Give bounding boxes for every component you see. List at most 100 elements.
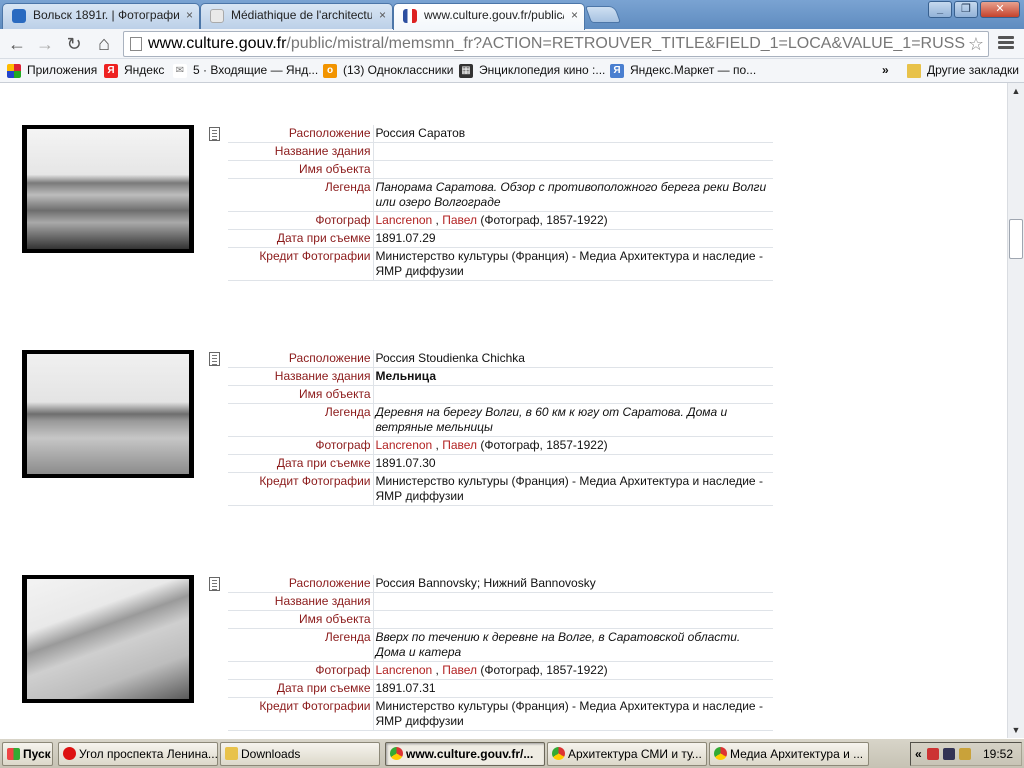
tab-culture-gouv[interactable]: www.culture.gouv.fr/public/ × xyxy=(393,3,585,30)
minimize-button[interactable]: _ xyxy=(928,1,952,18)
document-icon[interactable] xyxy=(209,127,220,141)
legend-value: Панорама Саратова. Обзор с противоположн… xyxy=(372,178,773,212)
photographer-surname-link[interactable]: Lancrenon xyxy=(376,213,433,227)
photographer-name-link[interactable]: Павел xyxy=(442,213,477,227)
photo-image xyxy=(27,354,189,474)
taskbar: Пуск Угол проспекта Ленина... Downloads … xyxy=(0,738,1024,768)
tab-volsk[interactable]: Вольск 1891г. | Фотографи × xyxy=(2,3,200,29)
field-label: Дата при съемке xyxy=(228,229,373,248)
yandex-icon: Я xyxy=(104,64,118,78)
taskbar-item-opera[interactable]: Угол проспекта Ленина... xyxy=(58,742,218,766)
bookmark-star-icon[interactable]: ☆ xyxy=(968,32,984,56)
folder-icon xyxy=(225,747,238,760)
photographer-surname-link[interactable]: Lancrenon xyxy=(376,663,433,677)
photographer-name-link[interactable]: Павел xyxy=(442,438,477,452)
scrollbar-thumb[interactable] xyxy=(1009,219,1023,259)
photo-thumbnail[interactable] xyxy=(22,125,194,253)
page-icon xyxy=(130,37,142,51)
home-button[interactable]: ⌂ xyxy=(92,32,116,56)
bookmark-label: Яндекс.Маркет — по... xyxy=(630,63,757,77)
photographer-value: Lancrenon , Павел (Фотограф, 1857-1922) xyxy=(372,436,773,455)
field-label: Фотограф xyxy=(228,211,373,230)
odnoklassniki-icon: о xyxy=(323,64,337,78)
tab-close-icon[interactable]: × xyxy=(571,4,578,27)
building-value xyxy=(372,142,773,161)
bookmarks-overflow-button[interactable]: » xyxy=(882,63,889,79)
legend-value: Вверх по течению к деревне на Волге, в С… xyxy=(372,628,773,662)
task-label: Угол проспекта Ленина... xyxy=(79,747,218,761)
new-tab-button[interactable] xyxy=(584,6,622,23)
chrome-icon xyxy=(714,747,727,760)
date-value: 1891.07.30 xyxy=(372,454,773,473)
chrome-icon xyxy=(390,747,403,760)
tab-label: Médiathique de l'architectur xyxy=(231,8,372,22)
field-label: Фотограф xyxy=(228,661,373,680)
record-details: Расположение Россия Stoudienka Chichka На… xyxy=(228,350,773,506)
vertical-scrollbar[interactable]: ▲ ▼ xyxy=(1007,83,1024,738)
field-label: Кредит Фотографии xyxy=(228,697,373,731)
bookmark-mail[interactable]: ✉ 5 · Входящие — Янд... xyxy=(173,63,318,79)
network-icon[interactable] xyxy=(943,748,955,760)
photographer-surname-link[interactable]: Lancrenon xyxy=(376,438,433,452)
users-icon[interactable] xyxy=(959,748,971,760)
folder-icon xyxy=(907,64,921,78)
scroll-down-icon[interactable]: ▼ xyxy=(1008,722,1024,738)
restore-button[interactable]: ❐ xyxy=(954,1,978,18)
field-label: Расположение xyxy=(228,350,373,368)
market-icon: Я xyxy=(610,64,624,78)
tab-favicon-icon xyxy=(12,9,26,23)
taskbar-item-media[interactable]: Медиа Архитектура и ... xyxy=(709,742,869,766)
back-button[interactable]: ← xyxy=(5,32,29,56)
chrome-icon xyxy=(552,747,565,760)
other-bookmarks[interactable]: Другие закладки xyxy=(907,63,1019,79)
credit-value: Министерство культуры (Франция) - Медиа … xyxy=(372,247,773,281)
chrome-menu-icon[interactable] xyxy=(998,36,1014,52)
bookmark-kino[interactable]: ▦ Энциклопедия кино :... xyxy=(459,63,605,79)
opera-icon xyxy=(63,747,76,760)
document-icon[interactable] xyxy=(209,577,220,591)
antivirus-icon[interactable] xyxy=(927,748,939,760)
legend-value: Деревня на берегу Волги, в 60 км к югу о… xyxy=(372,403,773,437)
address-bar[interactable]: www.culture.gouv.fr/public/mistral/memsm… xyxy=(123,31,989,57)
field-label: Легенда xyxy=(228,628,373,662)
tray-expand-button[interactable]: « xyxy=(915,743,922,765)
bookmark-odnoklassniki[interactable]: о (13) Одноклассники xyxy=(323,63,453,79)
close-window-button[interactable]: ✕ xyxy=(980,1,1020,18)
bookmark-label: Яндекс xyxy=(124,63,165,77)
bookmarks-bar: Приложения Я Яндекс ✉ 5 · Входящие — Янд… xyxy=(0,59,1024,83)
bookmark-label: Приложения xyxy=(27,63,98,77)
photo-thumbnail[interactable] xyxy=(22,350,194,478)
tab-mediatheque[interactable]: Médiathique de l'architectur × xyxy=(200,3,393,29)
bookmark-market[interactable]: Я Яндекс.Маркет — по... xyxy=(610,63,756,79)
tab-favicon-icon xyxy=(210,9,224,23)
taskbar-item-architecture[interactable]: Архитектура СМИ и ту... xyxy=(547,742,707,766)
bookmark-apps[interactable]: Приложения xyxy=(7,63,97,79)
mail-icon: ✉ xyxy=(173,64,187,78)
taskbar-item-downloads[interactable]: Downloads xyxy=(220,742,380,766)
forward-button[interactable]: → xyxy=(33,32,57,56)
date-value: 1891.07.29 xyxy=(372,229,773,248)
tab-close-icon[interactable]: × xyxy=(186,4,193,27)
tab-label: Вольск 1891г. | Фотографи xyxy=(33,8,179,22)
reload-button[interactable]: ↻ xyxy=(62,32,86,56)
field-label: Легенда xyxy=(228,178,373,212)
page-content: Расположение Россия Саратов Название здан… xyxy=(0,83,1007,738)
field-label: Название здания xyxy=(228,367,373,386)
photographer-role: (Фотограф, 1857-1922) xyxy=(477,438,608,452)
clock: 19:52 xyxy=(982,747,1013,761)
date-value: 1891.07.31 xyxy=(372,679,773,698)
photo-thumbnail[interactable] xyxy=(22,575,194,703)
photographer-role: (Фотограф, 1857-1922) xyxy=(477,213,608,227)
location-value: Россия Саратов xyxy=(372,125,773,143)
start-button[interactable]: Пуск xyxy=(2,742,53,766)
bookmark-yandex[interactable]: Я Яндекс xyxy=(104,63,164,79)
field-label: Имя объекта xyxy=(228,160,373,179)
bookmark-label: Энциклопедия кино :... xyxy=(479,63,606,77)
photographer-name-link[interactable]: Павел xyxy=(442,663,477,677)
taskbar-item-culture[interactable]: www.culture.gouv.fr/... xyxy=(385,742,545,766)
scroll-up-icon[interactable]: ▲ xyxy=(1008,83,1024,99)
tab-close-icon[interactable]: × xyxy=(379,4,386,27)
document-icon[interactable] xyxy=(209,352,220,366)
photo-image xyxy=(27,579,189,699)
bookmark-label: Другие закладки xyxy=(927,63,1019,77)
